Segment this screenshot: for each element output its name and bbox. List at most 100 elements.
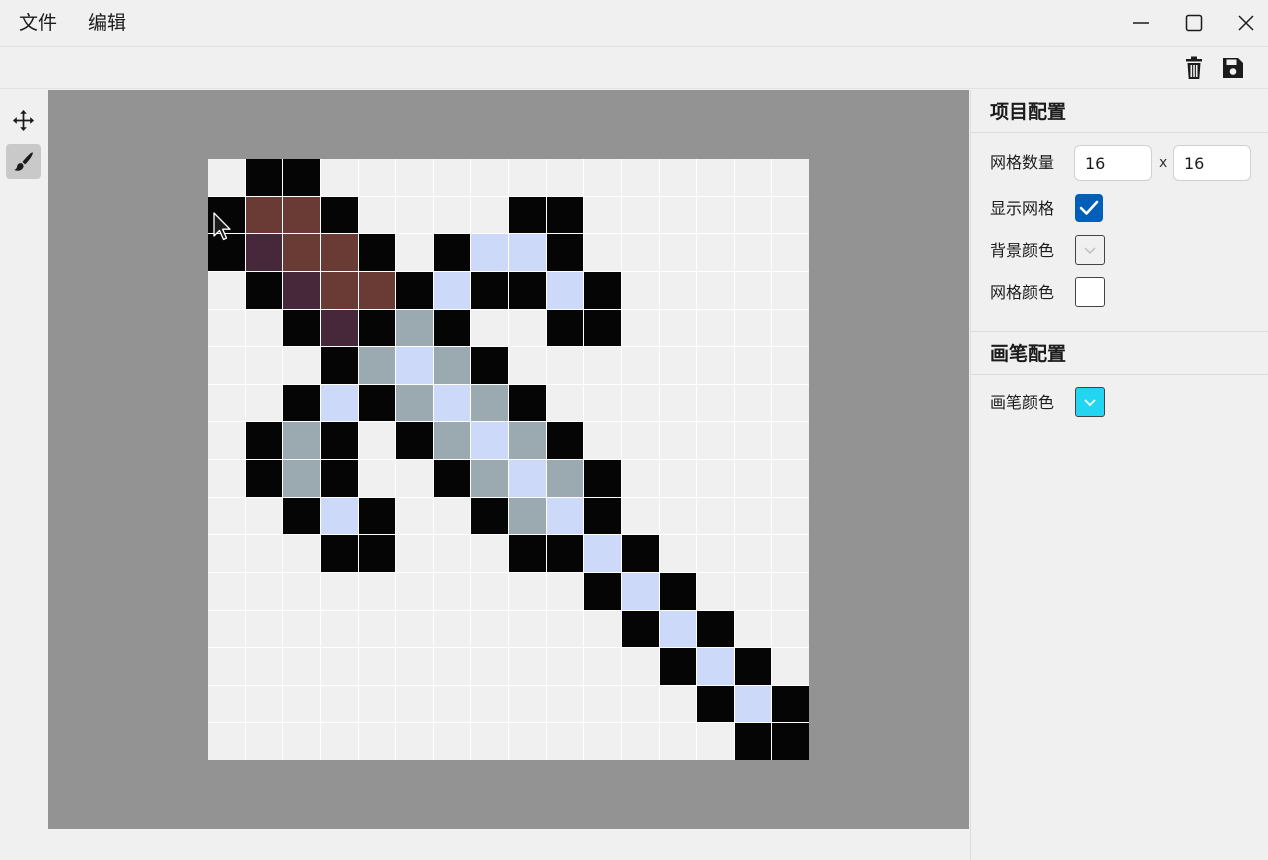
pixel-cell[interactable]	[659, 159, 697, 196]
pixel-cell[interactable]	[433, 309, 471, 347]
pixel-cell[interactable]	[659, 271, 697, 309]
pixel-cell[interactable]	[697, 648, 734, 685]
move-tool-button[interactable]	[6, 103, 41, 138]
pixel-cell[interactable]	[509, 309, 546, 347]
pixel-cell[interactable]	[396, 497, 433, 535]
pixel-cell[interactable]	[659, 309, 697, 347]
pixel-cell[interactable]	[546, 196, 584, 234]
pixel-cell[interactable]	[283, 648, 320, 685]
pixel-cell[interactable]	[396, 422, 433, 459]
minimize-button[interactable]	[1121, 6, 1161, 40]
pixel-cell[interactable]	[358, 384, 396, 422]
pixel-cell[interactable]	[546, 159, 584, 196]
pixel-cell[interactable]	[584, 535, 621, 572]
pixel-cell[interactable]	[584, 422, 621, 459]
pixel-cell[interactable]	[283, 309, 320, 347]
pixel-cell[interactable]	[396, 572, 433, 610]
pixel-cell[interactable]	[697, 309, 734, 347]
pixel-cell[interactable]	[320, 234, 358, 271]
pixel-cell[interactable]	[433, 648, 471, 685]
pixel-cell[interactable]	[509, 422, 546, 459]
pixel-cell[interactable]	[734, 159, 772, 196]
brush-tool-button[interactable]	[6, 144, 41, 179]
pixel-cell[interactable]	[208, 497, 245, 535]
pixel-cell[interactable]	[320, 347, 358, 384]
pixel-cell[interactable]	[358, 271, 396, 309]
pixel-cell[interactable]	[659, 384, 697, 422]
pixel-cell[interactable]	[471, 196, 508, 234]
pixel-cell[interactable]	[358, 723, 396, 760]
pixel-cell[interactable]	[283, 610, 320, 648]
pixel-cell[interactable]	[772, 422, 809, 459]
pixel-cell[interactable]	[772, 159, 809, 196]
pixel-cell[interactable]	[283, 497, 320, 535]
pixel-cell[interactable]	[621, 271, 659, 309]
pixel-cell[interactable]	[621, 422, 659, 459]
pixel-cell[interactable]	[621, 723, 659, 760]
pixel-cell[interactable]	[358, 535, 396, 572]
pixel-cell[interactable]	[283, 159, 320, 196]
menu-edit[interactable]: 编辑	[88, 10, 126, 36]
pixel-cell[interactable]	[509, 648, 546, 685]
pixel-cell[interactable]	[358, 572, 396, 610]
pixel-cell[interactable]	[433, 384, 471, 422]
pixel-cell[interactable]	[772, 460, 809, 497]
pixel-cell[interactable]	[621, 234, 659, 271]
pixel-cell[interactable]	[245, 309, 283, 347]
pixel-cell[interactable]	[546, 309, 584, 347]
pixel-cell[interactable]	[208, 347, 245, 384]
pixel-cell[interactable]	[358, 648, 396, 685]
pixel-cell[interactable]	[509, 685, 546, 723]
pixel-cell[interactable]	[245, 535, 283, 572]
pixel-cell[interactable]	[433, 723, 471, 760]
pixel-cell[interactable]	[471, 159, 508, 196]
pixel-cell[interactable]	[546, 422, 584, 459]
pixel-cell[interactable]	[697, 460, 734, 497]
pixel-cell[interactable]	[659, 347, 697, 384]
pixel-cell[interactable]	[396, 610, 433, 648]
pixel-cell[interactable]	[734, 271, 772, 309]
pixel-cell[interactable]	[471, 572, 508, 610]
pixel-cell[interactable]	[546, 572, 584, 610]
save-button[interactable]	[1219, 54, 1249, 84]
pixel-cell[interactable]	[734, 572, 772, 610]
pixel-cell[interactable]	[734, 234, 772, 271]
pixel-cell[interactable]	[772, 610, 809, 648]
pixel-cell[interactable]	[358, 610, 396, 648]
pixel-cell[interactable]	[396, 384, 433, 422]
pixel-cell[interactable]	[659, 422, 697, 459]
pixel-cell[interactable]	[471, 648, 508, 685]
pixel-cell[interactable]	[584, 497, 621, 535]
pixel-cell[interactable]	[584, 384, 621, 422]
pixel-cell[interactable]	[208, 723, 245, 760]
pixel-cell[interactable]	[283, 196, 320, 234]
pixel-cell[interactable]	[396, 723, 433, 760]
pixel-cell[interactable]	[734, 347, 772, 384]
pixel-cell[interactable]	[621, 309, 659, 347]
pixel-cell[interactable]	[546, 723, 584, 760]
pixel-cell[interactable]	[509, 384, 546, 422]
pixel-cell[interactable]	[471, 234, 508, 271]
pixel-cell[interactable]	[245, 648, 283, 685]
pixel-cell[interactable]	[621, 460, 659, 497]
pixel-cell[interactable]	[471, 271, 508, 309]
pixel-cell[interactable]	[358, 685, 396, 723]
pixel-cell[interactable]	[697, 497, 734, 535]
pixel-cell[interactable]	[772, 234, 809, 271]
pixel-cell[interactable]	[697, 271, 734, 309]
pixel-cell[interactable]	[509, 610, 546, 648]
pixel-cell[interactable]	[509, 535, 546, 572]
pixel-cell[interactable]	[659, 535, 697, 572]
pixel-cell[interactable]	[320, 271, 358, 309]
pixel-cell[interactable]	[509, 572, 546, 610]
pixel-cell[interactable]	[697, 685, 734, 723]
pixel-cell[interactable]	[245, 572, 283, 610]
pixel-cell[interactable]	[358, 422, 396, 459]
pixel-cell[interactable]	[734, 309, 772, 347]
pixel-cell[interactable]	[621, 610, 659, 648]
pixel-cell[interactable]	[772, 309, 809, 347]
pixel-cell[interactable]	[584, 685, 621, 723]
menu-file[interactable]: 文件	[19, 10, 57, 36]
pixel-cell[interactable]	[584, 234, 621, 271]
pixel-cell[interactable]	[320, 196, 358, 234]
